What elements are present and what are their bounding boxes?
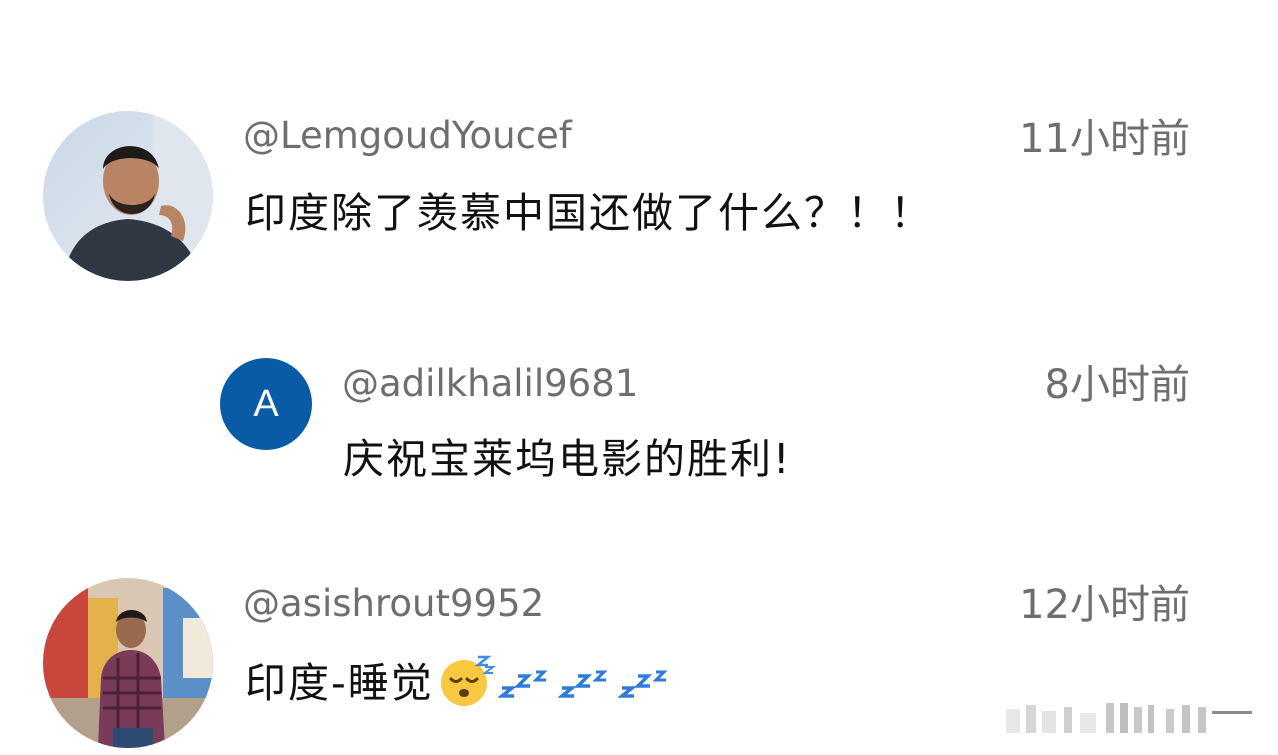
watermark-graphic <box>1006 703 1256 739</box>
avatar-letter: A <box>253 382 279 425</box>
username[interactable]: @adilkhalil9681 <box>342 365 638 402</box>
comment-text: 印度-睡觉 <box>245 659 434 707</box>
zzz-icon <box>616 662 676 705</box>
avatar[interactable]: A <box>220 358 312 450</box>
timestamp: 11小时前 <box>1019 116 1190 162</box>
timestamp: 12小时前 <box>1019 582 1190 628</box>
timestamp: 8小时前 <box>1044 362 1190 408</box>
avatar[interactable] <box>43 111 213 281</box>
comment-text: 庆祝宝莱坞电影的胜利! <box>343 435 792 483</box>
username[interactable]: @LemgoudYoucef <box>243 117 572 154</box>
avatar[interactable] <box>43 578 213 748</box>
username[interactable]: @asishrout9952 <box>243 585 544 622</box>
comment-text: 印度除了羡慕中国还做了什么？！！ <box>245 189 933 237</box>
sleeping-face-icon <box>438 653 496 714</box>
zzz-icon <box>556 662 616 705</box>
comment-text-row: 印度-睡觉 <box>245 653 676 714</box>
zzz-icon <box>496 662 556 705</box>
